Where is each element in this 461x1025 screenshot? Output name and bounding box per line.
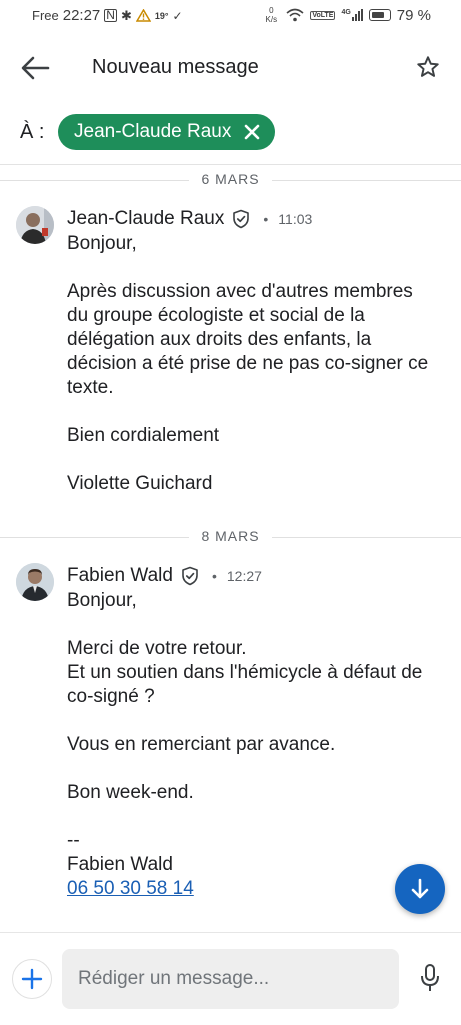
message-paragraph: Violette Guichard: [67, 473, 213, 494]
plus-icon: [21, 968, 43, 990]
message-item[interactable]: Fabien Wald • 12:27 Bonjour, Merci de vo…: [0, 561, 461, 911]
message-item[interactable]: Jean-Claude Raux • 11:03 Bonjour, Après …: [0, 204, 461, 514]
separator-dot: •: [211, 568, 217, 584]
verified-icon: [233, 209, 250, 229]
nfc-icon: N: [104, 8, 117, 22]
arrow-down-icon: [411, 878, 429, 899]
date-separator: 6 MARS: [0, 170, 461, 190]
date-label: 8 MARS: [189, 528, 272, 544]
scroll-to-bottom-button[interactable]: [395, 864, 445, 914]
message-input-container: [62, 949, 399, 1009]
back-button[interactable]: [18, 52, 52, 84]
recipient-name: Jean-Claude Raux: [74, 121, 232, 142]
app-bar: Nouveau message: [0, 40, 461, 96]
back-arrow-icon: [21, 56, 50, 80]
signature-dash: --: [67, 830, 80, 851]
sender-name: Jean-Claude Raux: [67, 208, 225, 229]
message-paragraph: Après discussion avec d'autres membres d…: [67, 281, 429, 398]
avatar[interactable]: [16, 563, 54, 601]
message-paragraph: Merci de votre retour.: [67, 638, 247, 659]
compose-bar: [0, 932, 461, 1025]
person-photo: [16, 206, 54, 244]
close-icon: [245, 124, 260, 140]
message-paragraph: Et un soutien dans l'hémicycle à défaut …: [67, 662, 423, 707]
message-paragraph: Bonjour,: [67, 233, 137, 254]
message-paragraph: Bien cordialement: [67, 425, 220, 446]
message-input[interactable]: [62, 949, 378, 1009]
to-label: À :: [20, 121, 45, 143]
remove-recipient-button[interactable]: [243, 123, 261, 141]
recipient-chip[interactable]: Jean-Claude Raux: [58, 114, 276, 150]
download-check-icon: ✓: [172, 8, 183, 23]
carrier-name: Free: [32, 8, 59, 23]
star-icon: [417, 56, 439, 77]
recipient-row: À : Jean-Claude Raux: [0, 112, 461, 156]
volte-badge: VoLTE: [310, 10, 336, 20]
wifi-icon: [286, 8, 304, 22]
person-photo: [16, 563, 54, 601]
sender-name: Fabien Wald: [67, 565, 173, 586]
battery-level: 79 %: [396, 6, 431, 24]
bluetooth-icon: ✱: [120, 7, 132, 23]
verified-icon: [182, 566, 198, 586]
date-label: 6 MARS: [189, 171, 272, 187]
star-button[interactable]: [415, 54, 441, 80]
temperature: 19°: [154, 10, 169, 21]
phone-link[interactable]: 06 50 30 58 14: [67, 878, 194, 899]
message-time: 11:03: [278, 211, 313, 227]
status-bar: Free 22:27 N ✱ 19° ✓ 0 K/s VoLTE 4G 79 %: [0, 0, 461, 32]
date-separator: 8 MARS: [0, 527, 461, 547]
message-body: Bonjour, Merci de votre retour. Et un so…: [67, 589, 437, 901]
avatar[interactable]: [16, 206, 54, 244]
message-body: Bonjour, Après discussion avec d'autres …: [67, 232, 437, 496]
voice-input-button[interactable]: [418, 963, 442, 993]
status-time: 22:27: [62, 7, 101, 24]
message-paragraph: Vous en remerciant par avance.: [67, 734, 336, 755]
warning-icon: [135, 9, 151, 22]
microphone-icon: [421, 964, 439, 991]
page-title: Nouveau message: [92, 56, 259, 78]
message-time: 12:27: [226, 568, 262, 584]
network-speed: 0 K/s: [265, 6, 278, 24]
message-paragraph: Bon week-end.: [67, 782, 194, 803]
header-divider: [0, 164, 461, 165]
battery-icon: [368, 9, 391, 21]
signal-icon: 4G: [341, 9, 363, 21]
signature-name: Fabien Wald: [67, 854, 173, 875]
message-paragraph: Bonjour,: [67, 590, 137, 611]
add-attachment-button[interactable]: [12, 959, 52, 999]
separator-dot: •: [263, 211, 269, 227]
